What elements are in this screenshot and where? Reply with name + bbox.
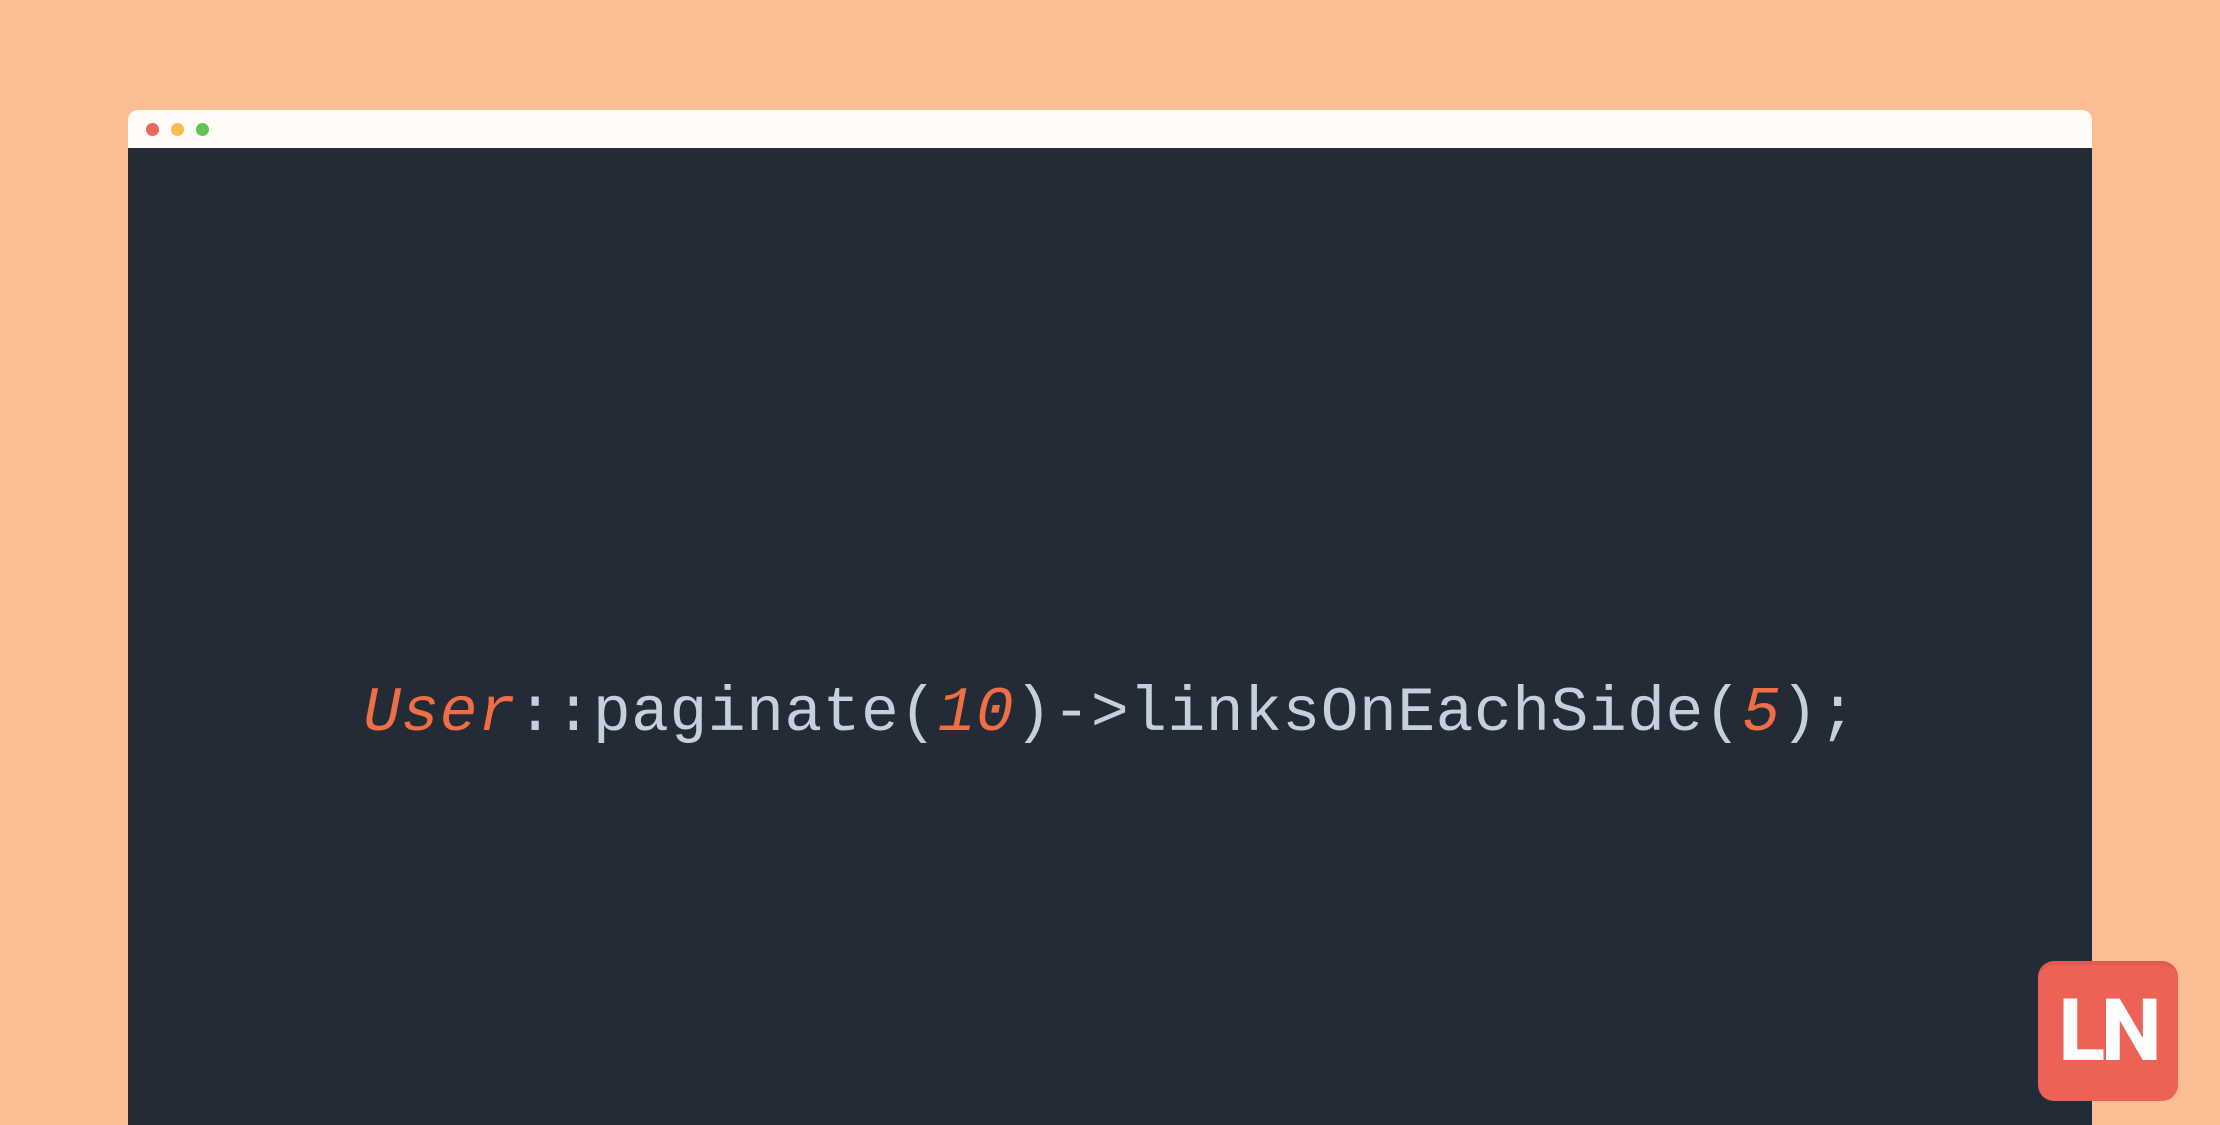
- token-number-5: 5: [1742, 678, 1780, 749]
- token-semicolon: ;: [1819, 678, 1857, 749]
- window-titlebar: [128, 110, 2092, 148]
- token-number-10: 10: [938, 678, 1015, 749]
- brand-logo: LN: [2038, 961, 2178, 1101]
- close-icon[interactable]: [146, 123, 159, 136]
- token-method-paginate: paginate: [593, 678, 899, 749]
- token-paren-close: ): [1014, 678, 1052, 749]
- token-class: User: [363, 678, 516, 749]
- token-arrow: ->: [1053, 678, 1130, 749]
- token-scope: ::: [516, 678, 593, 749]
- token-paren-open-2: (: [1704, 678, 1742, 749]
- code-editor: User::paginate(10)->linksOnEachSide(5);: [128, 148, 2092, 1125]
- maximize-icon[interactable]: [196, 123, 209, 136]
- minimize-icon[interactable]: [171, 123, 184, 136]
- code-window: User::paginate(10)->linksOnEachSide(5);: [128, 110, 2092, 1125]
- stage: User::paginate(10)->linksOnEachSide(5); …: [0, 0, 2220, 1125]
- brand-logo-text: LN: [2058, 988, 2157, 1074]
- token-method-linksoneachside: linksOnEachSide: [1129, 678, 1704, 749]
- token-paren-open: (: [899, 678, 937, 749]
- token-paren-close-2: ): [1780, 678, 1818, 749]
- code-line: User::paginate(10)->linksOnEachSide(5);: [363, 678, 1857, 749]
